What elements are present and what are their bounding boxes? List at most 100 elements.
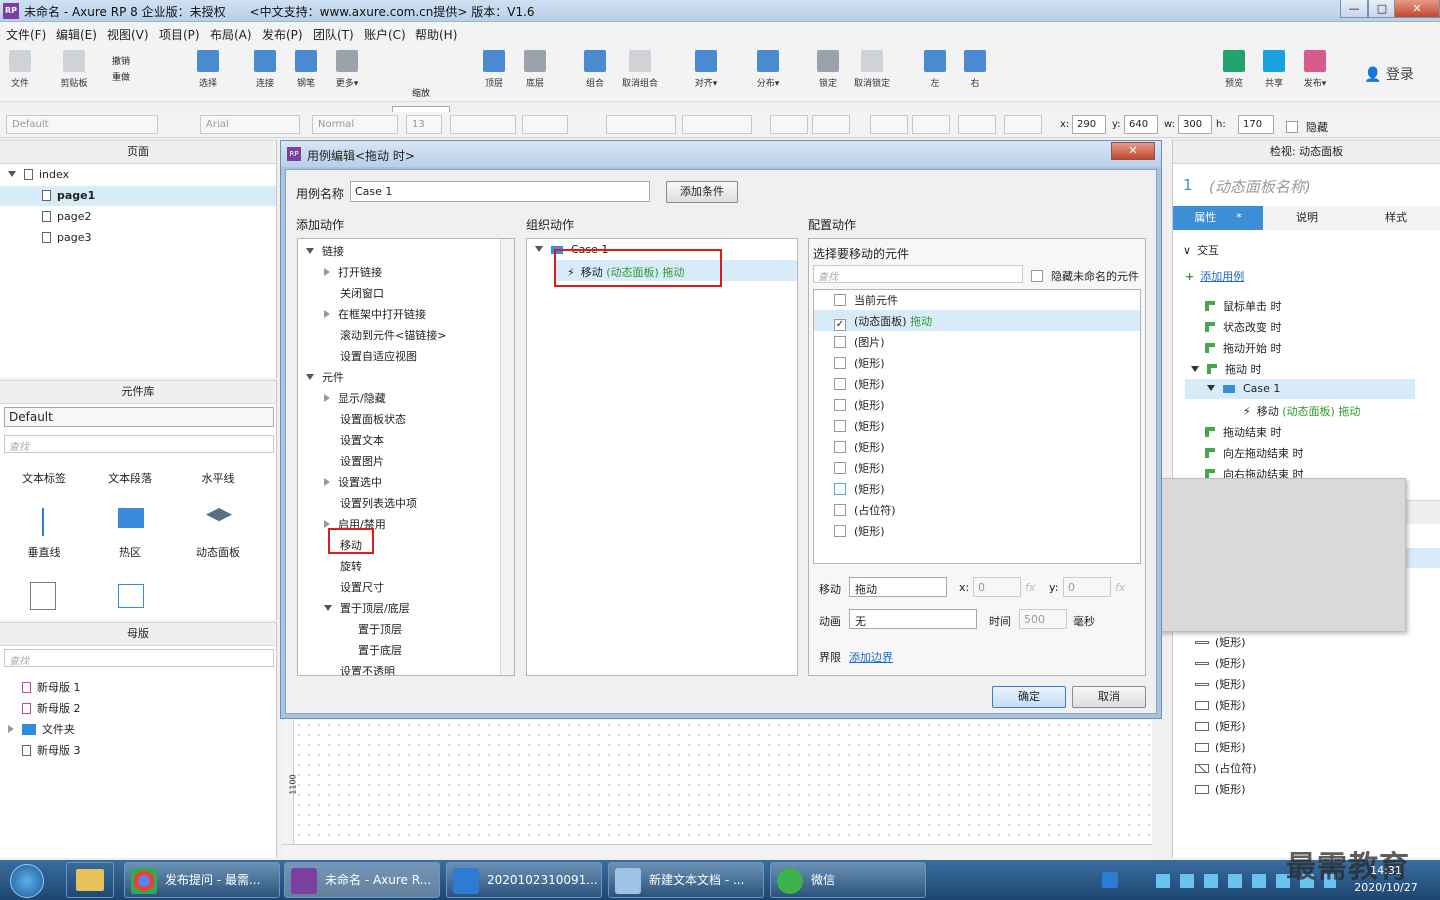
dialog-close-button[interactable]: ✕: [1111, 142, 1155, 160]
move-x-input[interactable]: 0: [973, 577, 1021, 597]
menu-file[interactable]: 文件(F): [6, 26, 46, 43]
event-item[interactable]: 拖动结束 时: [1205, 424, 1282, 440]
action-set-size[interactable]: 设置尺寸: [340, 579, 384, 595]
line-width-button[interactable]: [912, 115, 950, 134]
clipboard-button[interactable]: 剪贴板: [54, 50, 94, 89]
action-close-window[interactable]: 关闭窗口: [340, 285, 384, 301]
h-input[interactable]: 170: [1238, 115, 1274, 134]
masters-search[interactable]: 查找: [4, 649, 274, 667]
outline-item[interactable]: (矩形): [1195, 697, 1246, 713]
library-search[interactable]: 查找: [4, 435, 274, 453]
lib-vline[interactable]: 垂直线: [14, 544, 74, 560]
lib-text-label[interactable]: 文本标签: [14, 470, 74, 486]
distribute-button[interactable]: 分布▾: [748, 50, 788, 89]
weight-select[interactable]: Normal: [312, 115, 398, 134]
text-style-buttons[interactable]: [450, 115, 516, 134]
align-left-button[interactable]: 左: [915, 50, 955, 89]
lib-paragraph[interactable]: 文本段落: [100, 470, 160, 486]
master-item[interactable]: 新母版 2: [22, 700, 81, 716]
master-item[interactable]: 新母版 1: [22, 679, 81, 695]
taskbar-item-notepad[interactable]: 新建文本文档 - ...: [608, 862, 764, 898]
widget-option[interactable]: (矩形): [834, 481, 885, 497]
close-button[interactable]: ✕: [1394, 0, 1440, 18]
tab-properties[interactable]: 属性 *: [1173, 206, 1263, 230]
widget-option[interactable]: (矩形): [834, 418, 885, 434]
move-type-select[interactable]: 拖动: [849, 577, 947, 597]
widget-option[interactable]: (图片): [834, 334, 885, 350]
menu-account[interactable]: 账户(C): [364, 26, 406, 43]
unlock-button[interactable]: 取消锁定: [852, 50, 892, 89]
align-button[interactable]: 对齐▾: [686, 50, 726, 89]
widget-option-dynamic-panel[interactable]: ✓ (动态面板) 拖动: [834, 313, 932, 331]
select-button[interactable]: 选择: [188, 50, 228, 89]
menu-help[interactable]: 帮助(H): [415, 26, 457, 43]
action-adaptive-view[interactable]: 设置自适应视图: [340, 348, 417, 364]
pen-button[interactable]: 钢笔: [286, 50, 326, 89]
add-bounds-link[interactable]: 添加边界: [849, 649, 893, 665]
ok-button[interactable]: 确定: [992, 686, 1066, 708]
font-select[interactable]: Arial: [200, 115, 300, 134]
login-button[interactable]: 👤 登录: [1364, 64, 1414, 84]
event-item[interactable]: 向左拖动结束 时: [1205, 445, 1304, 461]
widget-search[interactable]: 查找: [813, 265, 1023, 283]
lock-button[interactable]: 锁定: [808, 50, 848, 89]
inline-frame-icon[interactable]: [30, 582, 56, 610]
case-item[interactable]: Case 1: [1185, 379, 1415, 399]
menu-publish[interactable]: 发布(P): [262, 26, 303, 43]
menu-edit[interactable]: 编辑(E): [56, 26, 97, 43]
ime-icon[interactable]: [1102, 872, 1118, 888]
line-style-button[interactable]: [958, 115, 996, 134]
taskbar-item-wechat[interactable]: 微信: [770, 862, 926, 898]
w-input[interactable]: 300: [1178, 115, 1212, 134]
x-input[interactable]: 290: [1072, 115, 1106, 134]
action-show-hide[interactable]: 显示/隐藏: [324, 390, 386, 406]
outline-item[interactable]: (矩形): [1195, 781, 1246, 797]
action-tree-scrollbar[interactable]: [500, 239, 514, 675]
case-name-input[interactable]: Case 1: [350, 181, 650, 202]
action-set-image[interactable]: 设置图片: [340, 453, 384, 469]
shadow-button[interactable]: [812, 115, 850, 134]
h-align-buttons[interactable]: [606, 115, 676, 134]
y-fx-button[interactable]: fx: [1115, 581, 1125, 594]
minimize-button[interactable]: —: [1340, 0, 1368, 18]
outline-item[interactable]: (矩形): [1195, 676, 1246, 692]
tab-style[interactable]: 样式: [1351, 206, 1440, 230]
page-item-page3[interactable]: page3: [42, 231, 91, 244]
widget-option[interactable]: (占位符): [834, 502, 896, 518]
widget-option[interactable]: 当前元件: [834, 292, 898, 308]
widget-option[interactable]: (矩形): [834, 439, 885, 455]
interactions-section[interactable]: ∨ 交互: [1183, 242, 1219, 258]
action-rotate[interactable]: 旋转: [340, 558, 362, 574]
send-bottom-button[interactable]: 底层: [515, 50, 555, 89]
master-item[interactable]: 新母版 3: [22, 742, 81, 758]
library-select[interactable]: Default: [4, 407, 274, 427]
line-color-button[interactable]: [870, 115, 908, 134]
event-item[interactable]: 拖动开始 时: [1205, 340, 1282, 356]
lib-dynamic-panel[interactable]: 动态面板: [188, 544, 248, 560]
hide-unnamed-checkbox[interactable]: 隐藏未命名的元件: [1031, 268, 1139, 284]
action-open-link[interactable]: 打开链接: [324, 264, 382, 280]
master-folder[interactable]: 文件夹: [8, 721, 75, 737]
add-condition-button[interactable]: 添加条件: [666, 181, 738, 203]
tree-group-link[interactable]: 链接: [306, 243, 344, 259]
action-panel-state[interactable]: 设置面板状态: [340, 411, 406, 427]
redo-button[interactable]: 重做: [112, 70, 130, 83]
horizontal-scrollbar[interactable]: [282, 844, 1152, 858]
tree-group-widgets[interactable]: 元件: [306, 369, 344, 385]
outline-item[interactable]: (矩形): [1195, 718, 1246, 734]
menu-layout[interactable]: 布局(A): [210, 26, 252, 43]
action-bring-top[interactable]: 置于顶层: [358, 621, 402, 637]
explorer-taskbar-button[interactable]: [66, 862, 114, 898]
publish-button[interactable]: 发布▾: [1295, 50, 1335, 89]
lib-hline[interactable]: 水平线: [188, 470, 248, 486]
outline-item[interactable]: (占位符): [1195, 760, 1257, 776]
add-case-link[interactable]: + 添加用例: [1185, 268, 1244, 284]
menu-team[interactable]: 团队(T): [313, 26, 354, 43]
connect-button[interactable]: 连接: [245, 50, 285, 89]
action-order[interactable]: 置于顶层/底层: [324, 600, 410, 616]
widget-option[interactable]: (矩形): [834, 523, 885, 539]
fill-color-button[interactable]: [770, 115, 808, 134]
outline-item[interactable]: (矩形): [1195, 739, 1246, 755]
action-scroll-to[interactable]: 滚动到元件<锚链接>: [340, 327, 446, 343]
time-input[interactable]: 500: [1019, 609, 1067, 629]
